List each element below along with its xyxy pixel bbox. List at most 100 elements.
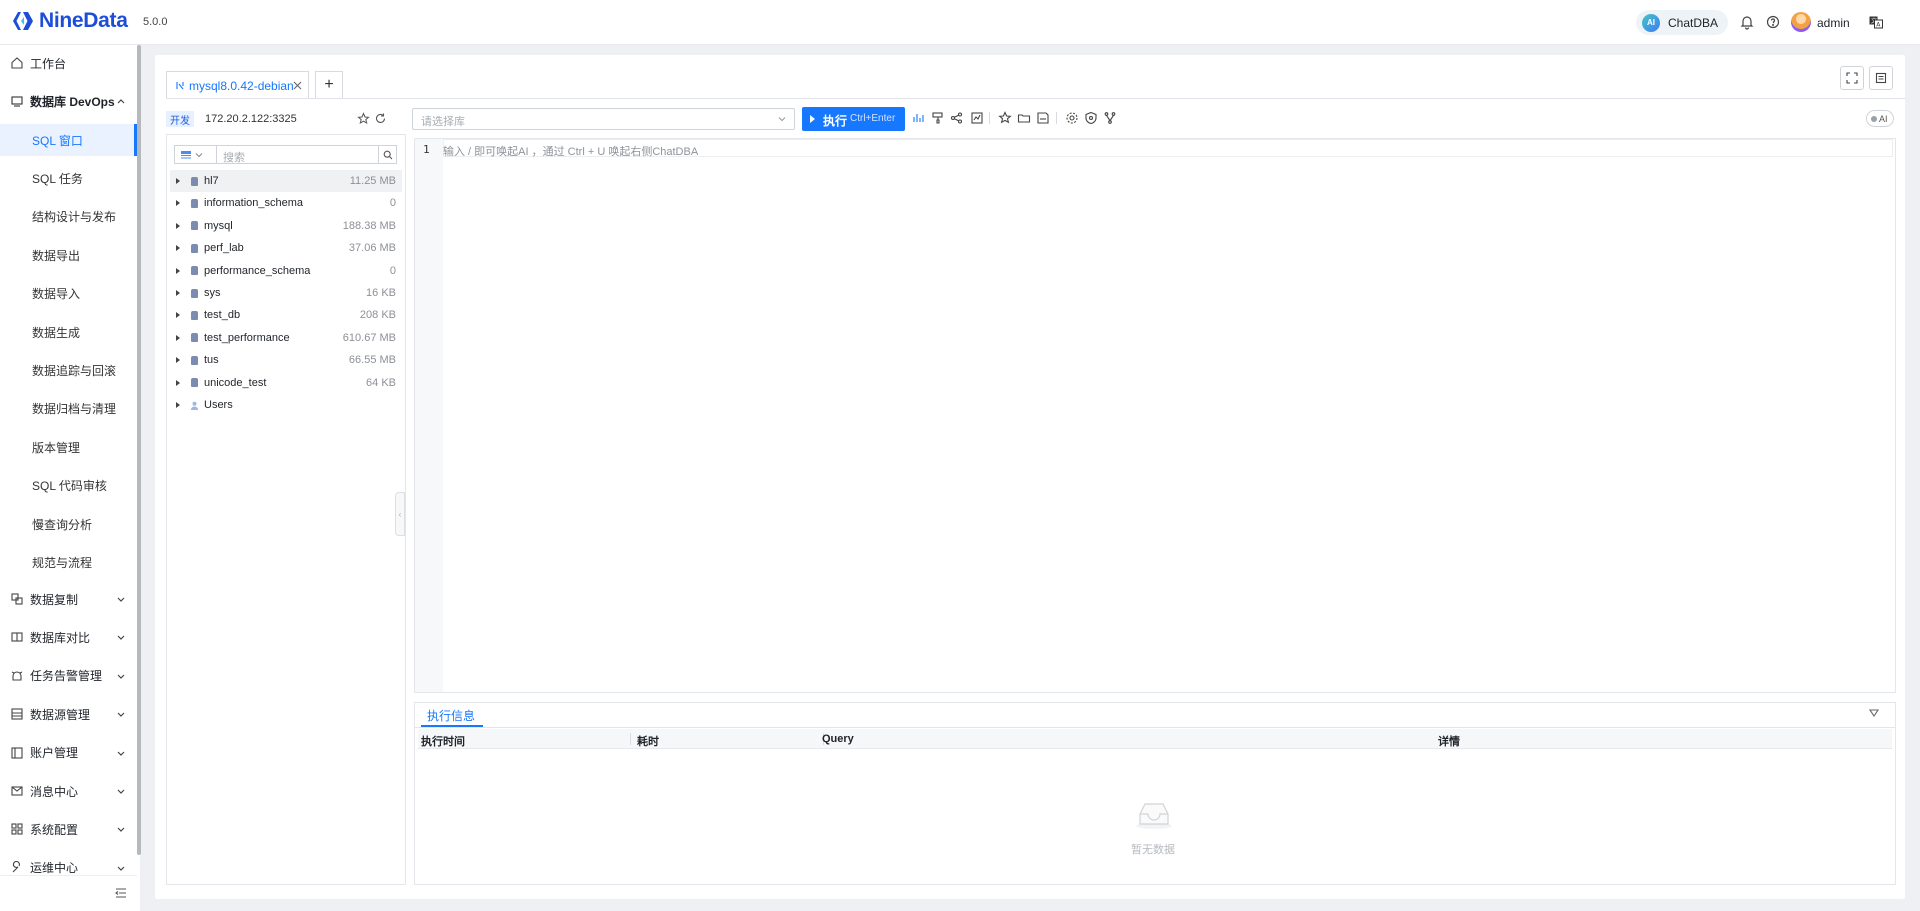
ai-toggle[interactable]: AI <box>1866 110 1894 127</box>
database-name: hl7 <box>204 175 219 187</box>
star-icon[interactable] <box>357 112 370 125</box>
expand-arrow-icon[interactable] <box>176 290 180 296</box>
tree-database-row[interactable]: test_performance 610.67 MB <box>170 327 402 349</box>
expand-arrow-icon[interactable] <box>176 334 180 341</box>
sidebar-scrollbar[interactable] <box>137 45 141 855</box>
wrench-icon <box>12 860 20 873</box>
database-icon <box>191 378 198 388</box>
chatdba-button[interactable]: AI ChatDBA <box>1636 10 1728 35</box>
tree-database-row[interactable]: perf_lab 37.06 MB <box>170 237 402 259</box>
security-icon[interactable] <box>1084 111 1098 125</box>
logo[interactable]: NineData <box>12 9 128 33</box>
mail-icon <box>11 786 23 796</box>
tree-search-button[interactable] <box>378 146 396 163</box>
nav-group-devops[interactable]: 数据库 DevOps <box>0 85 137 117</box>
expand-arrow-icon[interactable] <box>176 222 180 229</box>
nav-workbench[interactable]: 工作台 <box>0 47 137 79</box>
expand-arrow-icon[interactable] <box>176 402 180 408</box>
database-size: 37.06 MB <box>348 242 396 255</box>
database-name: mysql <box>204 219 233 232</box>
tab-strip-divider <box>166 98 1906 99</box>
nav-group[interactable]: 数据源管理 <box>0 698 137 730</box>
paint-format-icon[interactable] <box>931 111 945 125</box>
sidebar-item-devops[interactable]: 版本管理 <box>0 431 137 463</box>
tree-search-input[interactable]: 搜索 <box>174 145 397 164</box>
connection-address: 172.20.2.122:3325 <box>205 113 297 125</box>
tree-filter-select[interactable] <box>175 146 217 163</box>
help-icon[interactable] <box>1765 14 1781 30</box>
database-size: 188.38 MB <box>342 219 396 232</box>
tree-database-row[interactable]: unicode_test 64 KB <box>170 372 402 394</box>
chevron-up-icon <box>117 99 125 104</box>
tree-database-row[interactable]: test_db 208 KB <box>170 304 402 326</box>
save-script-icon[interactable] <box>1036 111 1050 125</box>
username[interactable]: admin <box>1817 16 1850 30</box>
execute-button[interactable]: 执行 Ctrl+Enter <box>802 107 905 131</box>
sql-format-icon[interactable] <box>912 111 926 125</box>
expand-arrow-icon[interactable] <box>176 312 180 319</box>
expand-arrow-icon[interactable] <box>176 379 180 386</box>
expand-arrow-icon[interactable] <box>176 267 180 274</box>
tree-database-row[interactable]: hl7 11.25 MB <box>170 170 402 192</box>
sidebar-item-devops[interactable]: 数据归档与清理 <box>0 393 137 425</box>
database-icon <box>191 176 198 186</box>
close-icon[interactable] <box>293 81 302 90</box>
sidebar-item-devops[interactable]: SQL 窗口 <box>0 124 137 156</box>
nav-group[interactable]: 系统配置 <box>0 813 137 845</box>
tree-database-row[interactable]: mysql 188.38 MB <box>170 215 402 237</box>
language-icon[interactable]: 文 A <box>1868 14 1884 30</box>
results-tab-divider <box>414 727 1896 728</box>
nav-group[interactable]: 数据复制 <box>0 583 137 615</box>
table-filter-icon <box>181 150 191 158</box>
tree-database-row[interactable]: information_schema 0 <box>170 192 402 214</box>
sidebar-item-label: 数据归档与清理 <box>32 402 117 417</box>
avatar[interactable] <box>1791 12 1811 32</box>
expand-arrow-icon[interactable] <box>176 178 180 184</box>
nav-group[interactable]: 数据库对比 <box>0 621 137 653</box>
expand-arrow-icon[interactable] <box>176 200 180 207</box>
database-icon <box>191 355 198 365</box>
nav-group-label: 数据库对比 <box>30 630 91 645</box>
sidebar-item-devops[interactable]: 数据导出 <box>0 239 137 271</box>
panel-collapse-handle[interactable]: ‹ <box>395 492 405 536</box>
nav-group[interactable]: 账户管理 <box>0 737 137 769</box>
settings-icon[interactable] <box>1065 111 1079 125</box>
tree-database-row[interactable]: tus 66.55 MB <box>170 349 402 371</box>
layout-button[interactable] <box>1869 66 1893 90</box>
sidebar-item-devops[interactable]: 数据生成 <box>0 316 137 348</box>
sidebar-item-devops[interactable]: SQL 任务 <box>0 162 137 194</box>
open-folder-icon[interactable] <box>1017 111 1031 125</box>
favorite-icon[interactable] <box>998 111 1012 125</box>
database-name: sys <box>204 287 221 299</box>
collapse-results-icon[interactable] <box>1868 707 1880 719</box>
bell-icon[interactable] <box>1739 14 1755 30</box>
database-select-placeholder: 请选择库 <box>421 116 465 128</box>
tree-database-row[interactable]: sys 16 KB <box>170 282 402 304</box>
tab-execution-info[interactable]: 执行信息 <box>421 705 481 726</box>
expand-arrow-icon[interactable] <box>176 245 180 252</box>
sidebar-item-devops[interactable]: 数据追踪与回滚 <box>0 354 137 386</box>
fullscreen-button[interactable] <box>1840 66 1864 90</box>
collapse-menu-icon[interactable] <box>114 886 128 900</box>
sidebar-item-devops[interactable]: SQL 代码审核 <box>0 470 137 502</box>
nav-group[interactable]: 消息中心 <box>0 775 137 807</box>
tab-sql-session[interactable]: mysql8.0.42-debian <box>166 71 309 99</box>
tree-users-row[interactable]: Users <box>170 394 402 416</box>
refresh-icon[interactable] <box>374 112 387 125</box>
sql-editor[interactable]: 1 输入 / 即可唤起AI ，通过 Ctrl + U 唤起右侧ChatDBA <box>414 138 1896 693</box>
nav-group[interactable]: 任务告警管理 <box>0 660 137 692</box>
explain-plan-icon[interactable] <box>950 111 964 125</box>
database-select[interactable]: 请选择库 <box>412 108 795 130</box>
tab-label: mysql8.0.42-debian <box>189 79 294 93</box>
sidebar-item-devops[interactable]: 结构设计与发布 <box>0 201 137 233</box>
analyze-icon[interactable] <box>970 111 984 125</box>
branch-icon[interactable] <box>1103 111 1117 125</box>
add-tab-button[interactable]: + <box>315 71 343 99</box>
sidebar-item-devops[interactable]: 规范与流程 <box>0 546 137 578</box>
sidebar-item-devops[interactable]: 数据导入 <box>0 278 137 310</box>
expand-arrow-icon[interactable] <box>176 357 180 364</box>
sidebar-item-devops[interactable]: 慢查询分析 <box>0 508 137 540</box>
sidebar-item-label: 数据导入 <box>32 287 81 302</box>
tree-database-row[interactable]: performance_schema 0 <box>170 260 402 282</box>
sidebar-item-label: 慢查询分析 <box>32 517 93 532</box>
